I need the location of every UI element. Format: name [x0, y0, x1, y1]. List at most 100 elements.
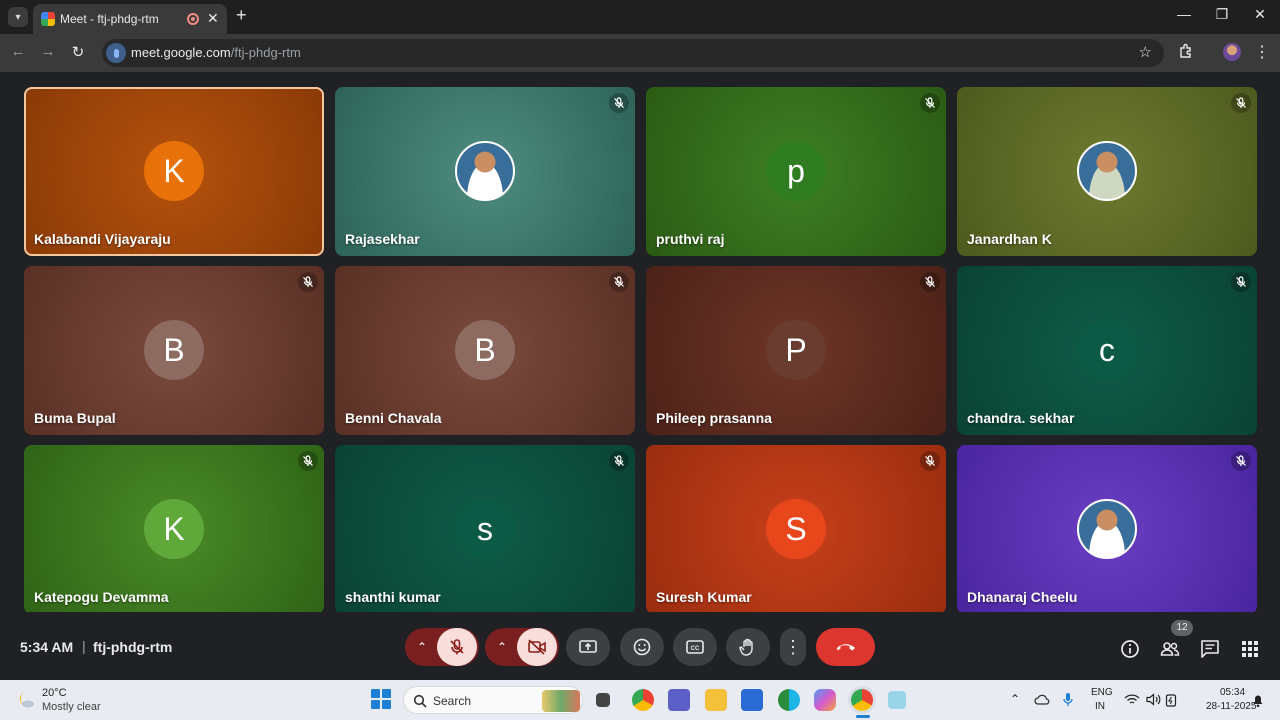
- search-label: Search: [433, 694, 472, 708]
- chrome-active-icon[interactable]: [851, 689, 873, 711]
- wifi-icon[interactable]: [1124, 693, 1140, 706]
- reactions-button[interactable]: [620, 628, 664, 666]
- separator: |: [82, 638, 86, 654]
- participant-tile[interactable]: c chandra. sekhar: [957, 266, 1257, 435]
- camera-toggle-button[interactable]: [517, 628, 557, 666]
- extensions-icon[interactable]: [1178, 43, 1194, 59]
- participant-tile[interactable]: Dhanaraj Cheelu: [957, 445, 1257, 614]
- present-screen-button[interactable]: [566, 628, 610, 666]
- participant-grid: K Kalabandi Vijayaraju Rajasekhar p pruthvi …: [0, 72, 1280, 614]
- participant-avatar: p: [766, 141, 826, 201]
- show-hidden-icons-chevron[interactable]: ⌃: [1010, 692, 1020, 706]
- mic-muted-icon: [920, 451, 940, 471]
- battery-charging-icon[interactable]: [1165, 693, 1177, 707]
- participant-name: Buma Bupal: [34, 410, 116, 426]
- windows-taskbar: 20°C Mostly clear Search ⌃ ENG IN 05:34 …: [0, 680, 1280, 720]
- participant-tile[interactable]: K Katepogu Devamma: [24, 445, 324, 614]
- notification-bell-icon[interactable]: [1251, 692, 1265, 708]
- audio-options-chevron-icon[interactable]: ⌃: [407, 640, 437, 654]
- onedrive-cloud-icon[interactable]: [1034, 693, 1050, 705]
- new-tab-button[interactable]: +: [236, 5, 247, 26]
- video-options-chevron-icon[interactable]: ⌃: [487, 640, 517, 654]
- recording-indicator-icon: [187, 13, 199, 25]
- microsoft-store-icon[interactable]: [741, 689, 763, 711]
- participant-tile[interactable]: B Benni Chavala: [335, 266, 635, 435]
- participant-tile[interactable]: B Buma Bupal: [24, 266, 324, 435]
- mic-muted-icon: [920, 93, 940, 113]
- search-icon: [413, 694, 427, 708]
- closed-captions-icon: CC: [686, 640, 704, 654]
- participant-name: shanthi kumar: [345, 589, 441, 605]
- svg-text:CC: CC: [691, 646, 700, 652]
- mic-toggle-button[interactable]: [437, 628, 477, 666]
- meeting-clock: 5:34 AM: [20, 639, 74, 655]
- mic-muted-icon: [298, 272, 318, 292]
- camera-control-group: ⌃: [485, 628, 559, 666]
- activities-grid-icon[interactable]: [1239, 638, 1261, 660]
- copilot-icon[interactable]: [814, 689, 836, 711]
- close-tab-icon[interactable]: ✕: [207, 10, 219, 27]
- microphone-permission-icon[interactable]: [106, 43, 126, 63]
- system-time[interactable]: 05:34: [1220, 687, 1245, 698]
- teams-icon[interactable]: [668, 689, 690, 711]
- participant-avatar: B: [144, 320, 204, 380]
- participant-tile[interactable]: S Suresh Kumar: [646, 445, 946, 614]
- system-date[interactable]: 28-11-2025: [1206, 701, 1256, 712]
- profile-avatar[interactable]: [1223, 43, 1241, 61]
- participant-photo: [1077, 499, 1137, 559]
- browser-tab-meet[interactable]: Meet - ftj-phdg-rtm ✕: [33, 4, 227, 34]
- address-bar[interactable]: meet.google.com/ftj-phdg-rtm ☆: [102, 39, 1164, 67]
- more-options-button[interactable]: ⋮: [780, 628, 806, 666]
- participant-tile[interactable]: p pruthvi raj: [646, 87, 946, 256]
- meeting-control-bar: 5:34 AM | ftj-phdg-rtm ⌃ ⌃ CC ⋮ 12: [0, 612, 1280, 680]
- present-screen-icon: [579, 640, 597, 653]
- restore-button[interactable]: ❐: [1212, 6, 1232, 23]
- forward-button[interactable]: →: [38, 43, 58, 60]
- taskbar-search-box[interactable]: Search: [403, 686, 583, 714]
- participant-tile[interactable]: s shanthi kumar: [335, 445, 635, 614]
- participant-tile[interactable]: Rajasekhar: [335, 87, 635, 256]
- browser-menu-icon[interactable]: ⋮: [1254, 42, 1270, 62]
- minimize-button[interactable]: —: [1174, 6, 1194, 22]
- input-language[interactable]: ENG: [1091, 687, 1113, 698]
- url-text: meet.google.com/ftj-phdg-rtm: [131, 45, 301, 60]
- file-explorer-icon[interactable]: [705, 689, 727, 711]
- weather-temperature[interactable]: 20°C: [42, 687, 67, 699]
- reload-button[interactable]: ↻: [68, 43, 88, 61]
- mic-muted-icon: [609, 272, 629, 292]
- mic-muted-icon: [609, 93, 629, 113]
- participant-avatar: c: [1077, 320, 1137, 380]
- more-vert-icon: ⋮: [784, 636, 802, 657]
- participant-name: Suresh Kumar: [656, 589, 752, 605]
- close-window-button[interactable]: ✕: [1250, 6, 1270, 23]
- leave-call-button[interactable]: [816, 628, 875, 666]
- snipping-tool-icon[interactable]: [888, 691, 906, 709]
- captions-button[interactable]: CC: [673, 628, 717, 666]
- chrome-icon[interactable]: [632, 689, 654, 711]
- input-region[interactable]: IN: [1095, 701, 1105, 712]
- participant-name: Dhanaraj Cheelu: [967, 589, 1078, 605]
- participant-name: Phileep prasanna: [656, 410, 772, 426]
- participant-name: Benni Chavala: [345, 410, 442, 426]
- participant-avatar: S: [766, 499, 826, 559]
- mic-muted-icon: [609, 451, 629, 471]
- participant-tile[interactable]: Janardhan K: [957, 87, 1257, 256]
- chat-icon[interactable]: [1199, 638, 1221, 660]
- weather-moon-icon[interactable]: [14, 688, 36, 710]
- people-icon[interactable]: [1159, 638, 1181, 660]
- bookmark-star-icon[interactable]: ☆: [1139, 43, 1152, 61]
- participant-tile[interactable]: K Kalabandi Vijayaraju: [24, 87, 324, 256]
- meeting-details-icon[interactable]: [1119, 638, 1141, 660]
- weather-condition[interactable]: Mostly clear: [42, 701, 101, 713]
- raise-hand-button[interactable]: [726, 628, 770, 666]
- volume-icon[interactable]: [1145, 693, 1161, 706]
- microphone-tray-icon[interactable]: [1062, 692, 1074, 708]
- back-button[interactable]: ←: [8, 43, 28, 60]
- browser-tab-strip: ▾ Meet - ftj-phdg-rtm ✕ + — ❐ ✕: [0, 0, 1280, 34]
- edge-icon[interactable]: [778, 689, 800, 711]
- tab-search-button[interactable]: ▾: [8, 7, 28, 27]
- task-view-icon[interactable]: [596, 693, 610, 707]
- participant-tile[interactable]: P Phileep prasanna: [646, 266, 946, 435]
- mic-muted-icon: [1231, 451, 1251, 471]
- windows-start-button[interactable]: [371, 689, 391, 709]
